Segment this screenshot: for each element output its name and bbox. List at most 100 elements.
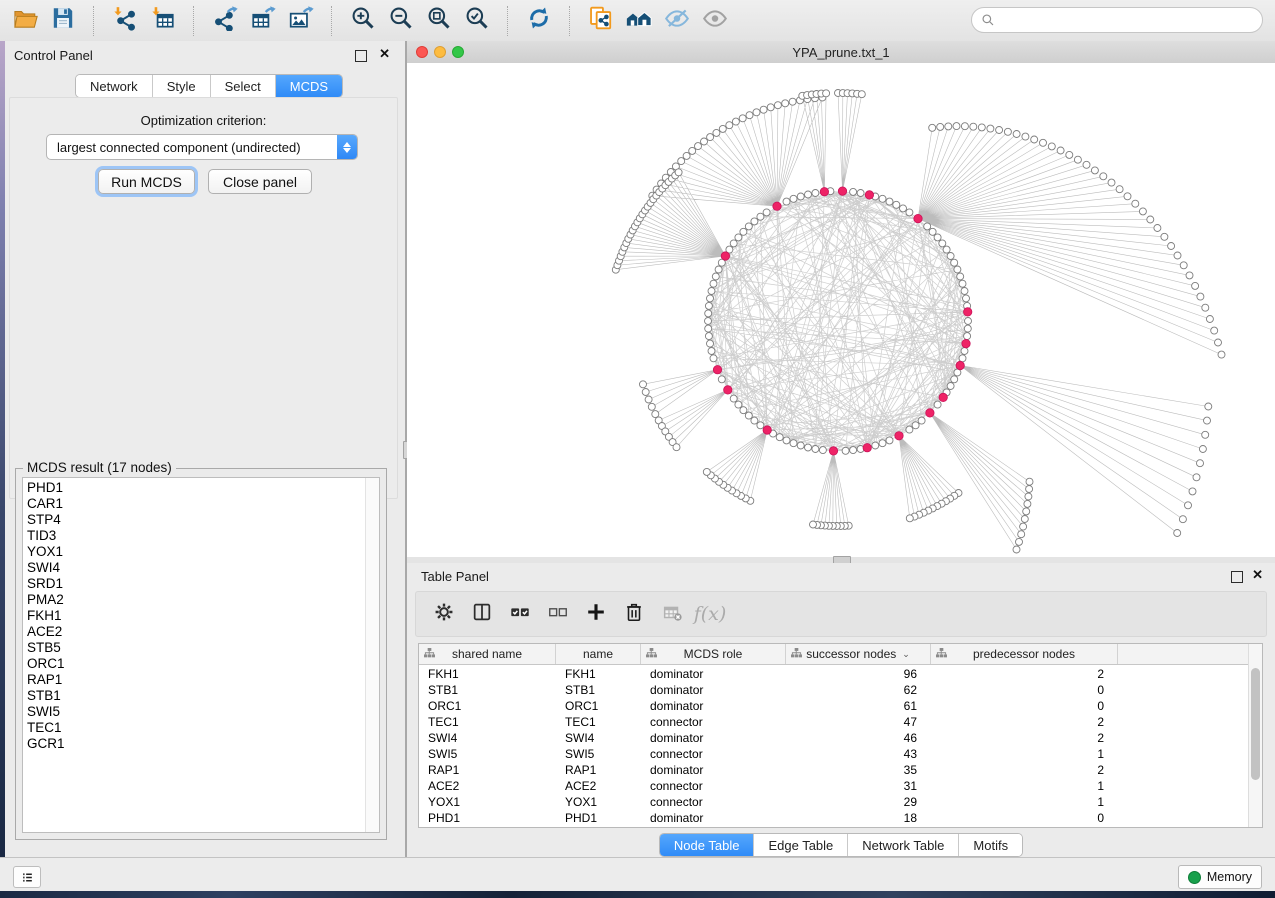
mcds-result-item[interactable]: PHD1 (27, 480, 363, 496)
delete-entries-button[interactable] (618, 597, 650, 631)
table-row[interactable]: TEC1TEC1connector472 (419, 714, 1250, 730)
search-box[interactable] (971, 7, 1263, 33)
select-all-button[interactable] (504, 597, 536, 631)
cell-MCDS-role[interactable]: dominator (641, 762, 786, 778)
mcds-result-item[interactable]: TID3 (27, 528, 363, 544)
cell-successor-nodes[interactable]: 43 (786, 746, 931, 762)
column-header-MCDS-role[interactable]: MCDS role (641, 644, 786, 664)
memory-button[interactable]: Memory (1178, 865, 1262, 889)
cell-MCDS-role[interactable]: connector (641, 794, 786, 810)
cell-MCDS-role[interactable]: dominator (641, 666, 786, 682)
split-panel-button[interactable] (466, 597, 498, 631)
search-input[interactable] (1000, 12, 1262, 29)
table-scrollbar[interactable] (1248, 644, 1262, 827)
cell-MCDS-role[interactable]: connector (641, 714, 786, 730)
mcds-result-item[interactable]: FKH1 (27, 608, 363, 624)
cell-predecessor-nodes[interactable]: 0 (931, 810, 1118, 826)
mcds-result-item[interactable]: YOX1 (27, 544, 363, 560)
cell-MCDS-role[interactable]: connector (641, 778, 786, 794)
mcds-result-item[interactable]: SWI4 (27, 560, 363, 576)
mcds-result-item[interactable]: GCR1 (27, 736, 363, 752)
cell-MCDS-role[interactable]: dominator (641, 730, 786, 746)
first-neighbors-button[interactable] (620, 4, 658, 38)
close-table-panel-icon[interactable]: ✕ (1252, 570, 1263, 580)
cell-shared-name[interactable]: SWI4 (419, 730, 556, 746)
export-image-button[interactable] (282, 4, 320, 38)
tab-node-table[interactable]: Node Table (660, 834, 755, 856)
cell-shared-name[interactable]: ORC1 (419, 698, 556, 714)
cell-successor-nodes[interactable]: 29 (786, 794, 931, 810)
table-row[interactable]: SWI5SWI5connector431 (419, 746, 1250, 762)
cell-successor-nodes[interactable]: 96 (786, 666, 931, 682)
tab-motifs[interactable]: Motifs (959, 834, 1022, 856)
cell-name[interactable]: YOX1 (556, 794, 641, 810)
import-network-button[interactable] (106, 4, 144, 38)
cell-shared-name[interactable]: RAP1 (419, 762, 556, 778)
table-row[interactable]: RAP1RAP1dominator352 (419, 762, 1250, 778)
cell-successor-nodes[interactable]: 62 (786, 682, 931, 698)
tab-mcds[interactable]: MCDS (276, 75, 342, 97)
optimization-criterion-dropdown[interactable]: largest connected component (undirected) (46, 134, 358, 160)
mcds-result-item[interactable]: CAR1 (27, 496, 363, 512)
save-session-button[interactable] (44, 4, 82, 38)
zoom-selected-button[interactable] (458, 4, 496, 38)
refresh-view-button[interactable] (520, 4, 558, 38)
cell-successor-nodes[interactable]: 46 (786, 730, 931, 746)
open-session-button[interactable] (6, 4, 44, 38)
mcds-result-item[interactable]: STB1 (27, 688, 363, 704)
cell-name[interactable]: SWI5 (556, 746, 641, 762)
hide-selected-button[interactable] (658, 4, 696, 38)
zoom-out-button[interactable] (382, 4, 420, 38)
tab-edge-table[interactable]: Edge Table (754, 834, 848, 856)
cell-name[interactable]: PHD1 (556, 810, 641, 826)
tab-network[interactable]: Network (76, 75, 153, 97)
mcds-result-item[interactable]: ACE2 (27, 624, 363, 640)
cell-shared-name[interactable]: PHD1 (419, 810, 556, 826)
cell-successor-nodes[interactable]: 61 (786, 698, 931, 714)
mcds-result-item[interactable]: PMA2 (27, 592, 363, 608)
cell-predecessor-nodes[interactable]: 2 (931, 714, 1118, 730)
network-canvas[interactable] (407, 63, 1275, 557)
table-row[interactable]: ORC1ORC1dominator610 (419, 698, 1250, 714)
cell-successor-nodes[interactable]: 18 (786, 810, 931, 826)
table-row[interactable]: STB1STB1dominator620 (419, 682, 1250, 698)
table-scrollbar-thumb[interactable] (1251, 668, 1260, 780)
cell-predecessor-nodes[interactable]: 2 (931, 762, 1118, 778)
close-panel-button[interactable]: Close panel (208, 169, 312, 194)
cell-MCDS-role[interactable]: dominator (641, 810, 786, 826)
cell-name[interactable]: SWI4 (556, 730, 641, 746)
cell-name[interactable]: RAP1 (556, 762, 641, 778)
cell-shared-name[interactable]: SWI5 (419, 746, 556, 762)
clone-network-button[interactable] (582, 4, 620, 38)
cell-successor-nodes[interactable]: 47 (786, 714, 931, 730)
show-all-button[interactable] (696, 4, 734, 38)
column-header-predecessor-nodes[interactable]: predecessor nodes (931, 644, 1118, 664)
table-row[interactable]: YOX1YOX1connector291 (419, 794, 1250, 810)
cell-predecessor-nodes[interactable]: 0 (931, 682, 1118, 698)
zoom-fit-button[interactable] (420, 4, 458, 38)
cell-shared-name[interactable]: YOX1 (419, 794, 556, 810)
export-network-button[interactable] (206, 4, 244, 38)
table-row[interactable]: FKH1FKH1dominator962 (419, 666, 1250, 682)
cell-shared-name[interactable]: TEC1 (419, 714, 556, 730)
table-row[interactable]: ACE2ACE2connector311 (419, 778, 1250, 794)
cell-MCDS-role[interactable]: dominator (641, 698, 786, 714)
cell-MCDS-role[interactable]: connector (641, 746, 786, 762)
mcds-result-item[interactable]: RAP1 (27, 672, 363, 688)
cell-name[interactable]: ACE2 (556, 778, 641, 794)
float-table-panel-icon[interactable] (1231, 571, 1243, 583)
cell-name[interactable]: STB1 (556, 682, 641, 698)
mcds-result-item[interactable]: SRD1 (27, 576, 363, 592)
cell-name[interactable]: ORC1 (556, 698, 641, 714)
column-header-successor-nodes[interactable]: successor nodes⌄ (786, 644, 931, 664)
cell-predecessor-nodes[interactable]: 1 (931, 794, 1118, 810)
import-table-button[interactable] (144, 4, 182, 38)
cell-shared-name[interactable]: STB1 (419, 682, 556, 698)
cell-name[interactable]: FKH1 (556, 666, 641, 682)
run-mcds-button[interactable]: Run MCDS (98, 169, 195, 194)
close-panel-icon[interactable]: ✕ (379, 49, 390, 59)
table-row[interactable]: SWI4SWI4dominator462 (419, 730, 1250, 746)
cell-predecessor-nodes[interactable]: 2 (931, 730, 1118, 746)
cell-predecessor-nodes[interactable]: 0 (931, 698, 1118, 714)
cell-shared-name[interactable]: ACE2 (419, 778, 556, 794)
